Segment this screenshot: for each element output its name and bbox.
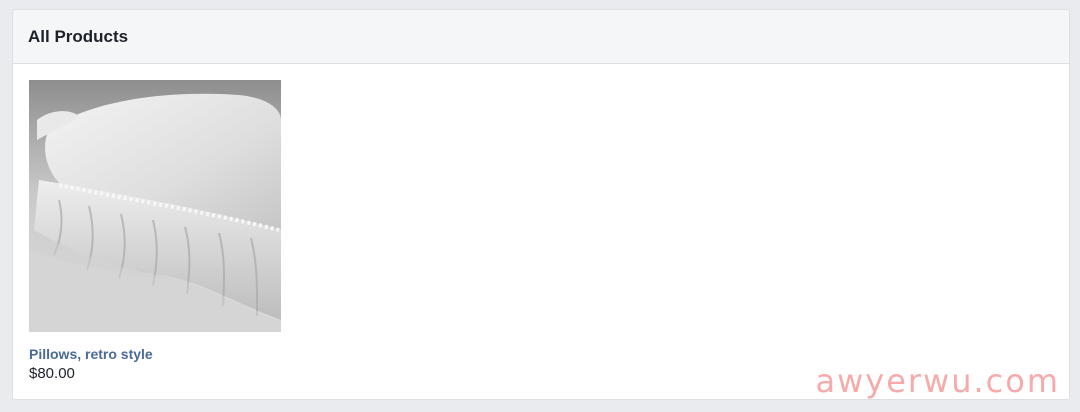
- product-card[interactable]: Pillows, retro style $80.00: [29, 80, 283, 384]
- panel-title: All Products: [28, 26, 129, 46]
- watermark: awyerwu.com: [815, 362, 1060, 400]
- product-price: $80.00: [29, 365, 75, 382]
- all-products-panel: All Products Pillows, retro style $80.00: [12, 9, 1070, 400]
- panel-header: All Products: [13, 10, 1069, 64]
- product-image[interactable]: [29, 80, 281, 332]
- product-name-link[interactable]: Pillows, retro style: [29, 345, 283, 363]
